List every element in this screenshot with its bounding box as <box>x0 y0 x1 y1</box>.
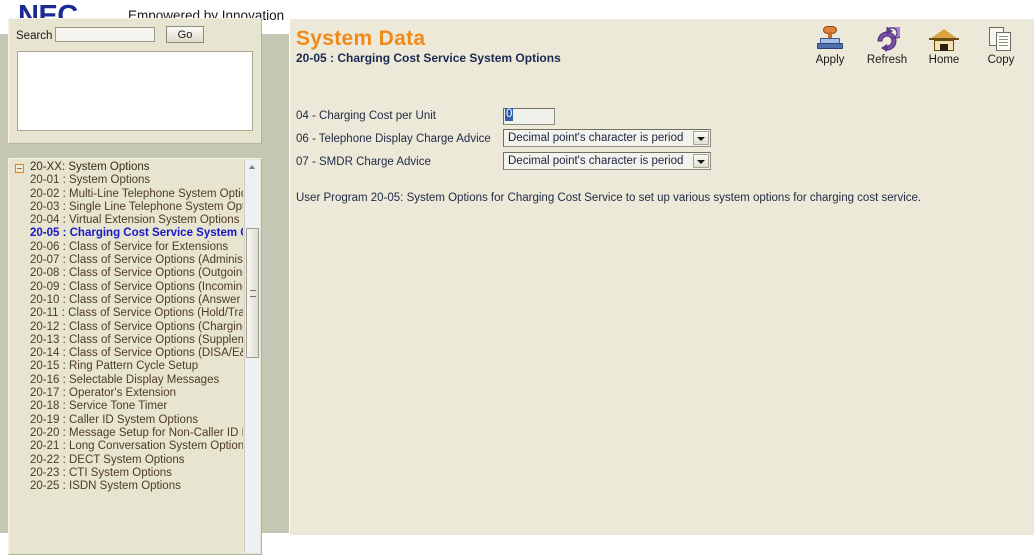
tree-item[interactable]: 20-21 : Long Conversation System Options <box>11 440 243 453</box>
field-row-telephone-display-charge-advice: 06 - Telephone Display Charge Advice Dec… <box>296 129 1016 152</box>
toolbar: Apply Refresh Home Copy <box>807 23 1024 67</box>
tree-scrollbar-thumb[interactable] <box>246 228 259 358</box>
tree-item-label: 20-17 : Operator's Extension <box>30 387 177 400</box>
tree-item[interactable]: 20-06 : Class of Service for Extensions <box>11 241 243 254</box>
field-row-smdr-charge-advice: 07 - SMDR Charge Advice Decimal point's … <box>296 152 1016 175</box>
copy-pages-icon <box>985 25 1017 53</box>
field-label: 04 - Charging Cost per Unit <box>296 110 436 122</box>
tree-item-label: 20-13 : Class of Service Options (Supple… <box>30 333 243 346</box>
home-button-label: Home <box>928 54 960 66</box>
tree-item-label: 20-07 : Class of Service Options (Admini… <box>30 254 243 267</box>
tree-item-label: 20-12 : Class of Service Options (Chargi… <box>30 320 243 333</box>
tree-item[interactable]: 20-08 : Class of Service Options (Outgoi… <box>11 267 243 280</box>
select-value: Decimal point's character is period <box>508 132 684 144</box>
tree-item[interactable]: 20-23 : CTI System Options <box>11 467 243 480</box>
tree-root-item[interactable]: 20-XX: System Options <box>11 161 243 174</box>
field-control: Decimal point's character is period <box>503 152 711 170</box>
tree-item[interactable]: 20-01 : System Options <box>11 174 243 187</box>
search-go-button[interactable]: Go <box>166 26 204 43</box>
collapse-minus-icon[interactable] <box>15 164 24 173</box>
tree-item[interactable]: 20-02 : Multi-Line Telephone System Opti… <box>11 188 243 201</box>
tree-item[interactable]: 20-04 : Virtual Extension System Options <box>11 214 243 227</box>
tree-item-label: 20-21 : Long Conversation System Options <box>30 440 243 453</box>
tree-item[interactable]: 20-15 : Ring Pattern Cycle Setup <box>11 360 243 373</box>
page-subtitle: 20-05 : Charging Cost Service System Opt… <box>296 51 561 65</box>
telephone-display-charge-advice-select[interactable]: Decimal point's character is period <box>503 129 711 147</box>
tree-item-label: 20-18 : Service Tone Timer <box>30 400 168 413</box>
tree-item-label: 20-16 : Selectable Display Messages <box>30 373 220 386</box>
tree-item-label: 20-14 : Class of Service Options (DISA/E… <box>30 347 243 360</box>
tree-scrollbar[interactable] <box>244 160 260 553</box>
tree-item[interactable]: 20-14 : Class of Service Options (DISA/E… <box>11 347 243 360</box>
search-panel: Search Go <box>8 18 262 144</box>
tree-item[interactable]: 20-16 : Selectable Display Messages <box>11 374 243 387</box>
tree-item[interactable]: 20-22 : DECT System Options <box>11 454 243 467</box>
tree-item-label: 20-15 : Ring Pattern Cycle Setup <box>30 360 199 373</box>
tree-item[interactable]: 20-13 : Class of Service Options (Supple… <box>11 334 243 347</box>
tree-item-label: 20-20 : Message Setup for Non-Caller ID … <box>30 426 243 439</box>
tree-item-label: 20-04 : Virtual Extension System Options <box>30 214 240 227</box>
tree-item[interactable]: 20-12 : Class of Service Options (Chargi… <box>11 321 243 334</box>
charging-cost-per-unit-input[interactable] <box>503 107 555 125</box>
scroll-up-arrow-icon[interactable] <box>245 160 260 174</box>
tree-item[interactable]: 20-05 : Charging Cost Service System Opt… <box>11 227 243 240</box>
tree-item-label: 20-25 : ISDN System Options <box>30 480 181 493</box>
tree-item[interactable]: 20-18 : Service Tone Timer <box>11 400 243 413</box>
select-value: Decimal point's character is period <box>508 155 684 167</box>
tree-item[interactable]: 20-25 : ISDN System Options <box>11 480 243 493</box>
search-label: Search <box>16 30 53 42</box>
apply-button-label: Apply <box>815 54 845 66</box>
tree-item-label: 20-08 : Class of Service Options (Outgoi… <box>30 267 243 280</box>
tree-item-label: 20-19 : Caller ID System Options <box>30 413 199 426</box>
tree-item-label: 20-23 : CTI System Options <box>30 466 172 479</box>
tree-item[interactable]: 20-10 : Class of Service Options (Answer… <box>11 294 243 307</box>
tree-item[interactable]: 20-11 : Class of Service Options (Hold/T… <box>11 307 243 320</box>
tree-item-label: 20-10 : Class of Service Options (Answer… <box>30 293 243 306</box>
refresh-button-label: Refresh <box>866 54 908 66</box>
apply-button[interactable]: Apply <box>807 23 853 67</box>
field-row-charging-cost-per-unit: 04 - Charging Cost per Unit 0 <box>296 106 1016 129</box>
home-button[interactable]: Home <box>921 23 967 67</box>
tree-item[interactable]: 20-07 : Class of Service Options (Admini… <box>11 254 243 267</box>
search-input[interactable] <box>55 27 155 42</box>
tree-item-label: 20-05 : Charging Cost Service System Opt… <box>30 227 243 240</box>
house-icon <box>928 25 960 53</box>
tree-item[interactable]: 20-20 : Message Setup for Non-Caller ID … <box>11 427 243 440</box>
tree-item-label: 20-11 : Class of Service Options (Hold/T… <box>30 307 243 320</box>
tree-item[interactable]: 20-17 : Operator's Extension <box>11 387 243 400</box>
program-tree-list: 20-XX: System Options 20-01 : System Opt… <box>11 161 243 493</box>
refresh-button[interactable]: Refresh <box>864 23 910 67</box>
copy-button[interactable]: Copy <box>978 23 1024 67</box>
content-panel: System Data 20-05 : Charging Cost Servic… <box>289 18 1034 535</box>
field-control: Decimal point's character is period <box>503 129 711 147</box>
smdr-charge-advice-select[interactable]: Decimal point's character is period <box>503 152 711 170</box>
tree-root-label: 20-XX: System Options <box>30 161 150 173</box>
tree-item-label: 20-22 : DECT System Options <box>30 453 185 466</box>
refresh-arrows-icon <box>871 25 903 53</box>
program-description: User Program 20-05: System Options for C… <box>296 192 922 204</box>
tree-item-label: 20-01 : System Options <box>30 174 151 187</box>
search-results-area <box>17 51 253 131</box>
tree-item-label: 20-03 : Single Line Telephone System Opt… <box>30 200 243 213</box>
field-label: 07 - SMDR Charge Advice <box>296 156 431 168</box>
copy-button-label: Copy <box>987 54 1015 66</box>
field-label: 06 - Telephone Display Charge Advice <box>296 133 491 145</box>
program-tree-panel: 20-XX: System Options 20-01 : System Opt… <box>8 158 262 555</box>
tree-item[interactable]: 20-03 : Single Line Telephone System Opt… <box>11 201 243 214</box>
settings-form: 04 - Charging Cost per Unit 0 06 - Telep… <box>296 106 1016 175</box>
tree-item[interactable]: 20-09 : Class of Service Options (Incomi… <box>11 281 243 294</box>
page-title: System Data <box>296 27 426 50</box>
tree-item-label: 20-06 : Class of Service for Extensions <box>30 240 229 253</box>
chevron-down-icon[interactable] <box>693 154 709 168</box>
chevron-down-icon[interactable] <box>693 131 709 145</box>
field-control: 0 <box>503 106 555 125</box>
tree-item-label: 20-09 : Class of Service Options (Incomi… <box>30 280 243 293</box>
tree-item[interactable]: 20-19 : Caller ID System Options <box>11 414 243 427</box>
stamp-apply-icon <box>814 25 846 53</box>
tree-item-label: 20-02 : Multi-Line Telephone System Opti… <box>30 187 243 200</box>
